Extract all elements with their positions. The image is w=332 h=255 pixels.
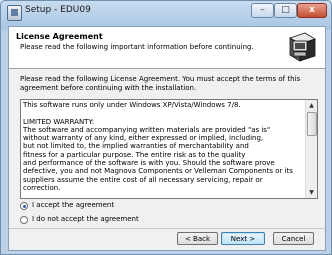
back-button[interactable]: < Back (177, 232, 218, 245)
license-scrollbar[interactable]: ▲ ▼ (305, 100, 317, 198)
wizard-header: License Agreement Please read the follow… (9, 27, 325, 69)
scroll-down-icon[interactable]: ▼ (306, 187, 317, 198)
computer-box-icon (286, 31, 318, 63)
intro-text: Please read the following License Agreem… (20, 75, 301, 92)
accept-label[interactable]: I accept the agreement (32, 201, 114, 209)
close-button[interactable]: x (297, 3, 327, 18)
setup-window-icon (7, 5, 22, 21)
next-button[interactable]: Next > (221, 232, 265, 245)
footer-divider (9, 228, 325, 229)
license-text: This software runs only under Windows XP… (23, 101, 293, 192)
title-bar[interactable]: Setup - EDU09 – □ x (1, 1, 331, 25)
page-subtitle: Please read the following important info… (20, 43, 254, 51)
page-title: License Agreement (16, 32, 103, 41)
wizard-panel: License Agreement Please read the follow… (8, 26, 326, 251)
close-icon: x (309, 5, 315, 15)
minimize-button[interactable]: – (251, 3, 274, 18)
maximize-icon: □ (281, 5, 290, 15)
maximize-button[interactable]: □ (274, 3, 297, 18)
scroll-up-icon[interactable]: ▲ (306, 100, 317, 111)
license-textbox[interactable]: This software runs only under Windows XP… (20, 99, 318, 199)
setup-window: Setup - EDU09 – □ x License Agreement Pl… (0, 0, 332, 255)
decline-radio[interactable] (20, 216, 28, 224)
decline-label[interactable]: I do not accept the agreement (32, 215, 139, 223)
minimize-icon: – (260, 5, 265, 15)
window-title: Setup - EDU09 (25, 5, 91, 15)
cancel-button[interactable]: Cancel (273, 232, 314, 245)
scroll-thumb[interactable] (307, 112, 317, 136)
accept-radio[interactable] (20, 202, 28, 210)
